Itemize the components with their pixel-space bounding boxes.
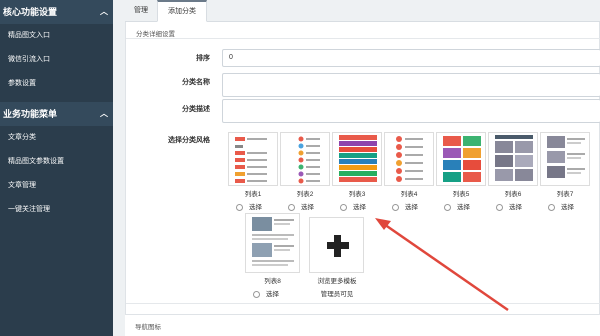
sidebar-item-categories[interactable]: 文章分类 <box>0 126 113 150</box>
sidebar-section-business[interactable]: 业务功能菜单 ︿ <box>0 102 113 126</box>
sidebar-section-label: 核心功能设置 <box>3 7 58 17</box>
sidebar-item-wechat-entry[interactable]: 微信引流入口 <box>0 48 113 72</box>
sidebar-item-article-entry[interactable]: 精品图文入口 <box>0 24 113 48</box>
main-content: 管理 添加分类 分类详细设置 排序 0 分类名称 分类描述 选择分类风格 列表1… <box>113 0 600 336</box>
sidebar-item-follow-manage[interactable]: 一键关注管理 <box>0 198 113 222</box>
sidebar-section-label: 业务功能菜单 <box>3 109 58 119</box>
sidebar-item-article-manage[interactable]: 文章管理 <box>0 174 113 198</box>
sidebar-item-article-params[interactable]: 精品图文参数设置 <box>0 150 113 174</box>
sidebar-item-params[interactable]: 参数设置 <box>0 72 113 96</box>
chevron-up-icon: ︿ <box>100 7 108 16</box>
chevron-up-icon: ︿ <box>100 109 108 118</box>
annotation-arrow-icon <box>375 218 509 312</box>
sidebar: 核心功能设置 ︿ 精品图文入口 微信引流入口 参数设置 业务功能菜单 ︿ 文章分… <box>0 0 113 336</box>
sidebar-section-core[interactable]: 核心功能设置 ︿ <box>0 0 113 24</box>
